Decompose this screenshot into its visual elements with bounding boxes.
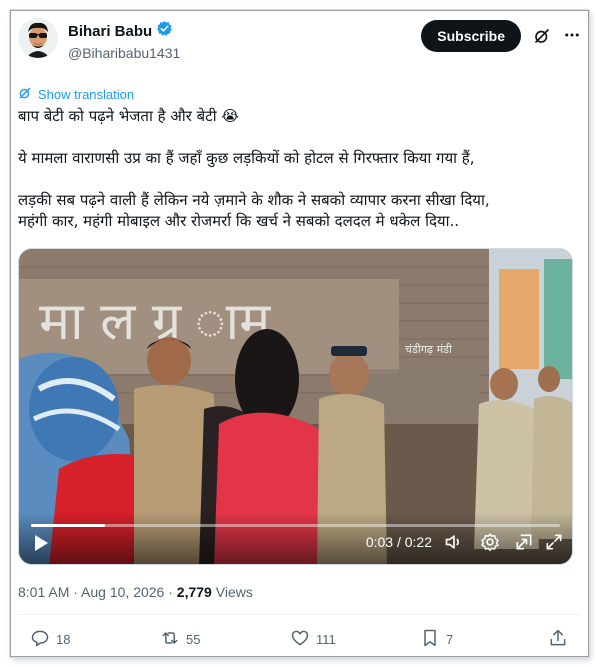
meta-separator: · — [164, 584, 177, 600]
action-bar: 18 55 111 7 — [18, 628, 581, 652]
verified-badge-icon — [156, 20, 173, 42]
repost-button[interactable]: 55 — [160, 628, 200, 651]
tweet-line: महंगी कार, महंगी मोबाइल और रोजमर्रा कि ख… — [18, 212, 460, 230]
views-count: 2,779 — [176, 584, 212, 600]
translate-icon — [18, 86, 32, 103]
repost-count: 55 — [186, 632, 201, 647]
video-progress-bar[interactable] — [31, 524, 560, 527]
meta-separator: · — [69, 584, 82, 600]
video-controls: 0:03 / 0:22 — [19, 512, 572, 564]
play-icon[interactable] — [33, 534, 49, 552]
tweet-header: Bihari Babu @Biharibabu1431 Subscribe — [18, 18, 581, 66]
tweet-text: बाप बेटी को पढ़ने भेजता है और बेटी 😭 ये … — [18, 106, 573, 232]
tweet-meta: 8:01 AM · Aug 10, 2026 · 2,779 Views — [18, 584, 253, 600]
video-time: 0:03 / 0:22 — [365, 534, 432, 550]
tweet-line: लड़की सब पढ़ने वाली हैं लेकिन नये ज़माने… — [18, 191, 490, 209]
volume-icon[interactable] — [444, 532, 464, 552]
video-player[interactable]: मा ल ग्र ाम चंडीगढ़ मंडी 0:03 / 0:22 — [18, 248, 573, 565]
handle[interactable]: @Biharibabu1431 — [68, 45, 180, 61]
grok-icon[interactable] — [533, 27, 551, 45]
show-translation-label[interactable]: Show translation — [38, 87, 134, 102]
avatar[interactable] — [18, 18, 58, 58]
wall-sign-text: चंडीगढ़ मंडी — [405, 343, 452, 356]
bookmark-button[interactable]: 7 — [420, 628, 453, 651]
show-translation-link[interactable]: Show translation — [18, 86, 134, 103]
divider — [18, 614, 581, 615]
tweet-line: ये मामला वाराणसी उप्र का हैं जहाँ कुछ लड… — [18, 149, 475, 167]
heart-icon — [290, 628, 310, 651]
bookmark-icon — [420, 628, 440, 651]
tweet-time[interactable]: 8:01 AM — [18, 584, 69, 600]
subscribe-button[interactable]: Subscribe — [421, 20, 521, 52]
display-name[interactable]: Bihari Babu — [68, 23, 152, 40]
repost-icon — [160, 628, 180, 651]
like-count: 111 — [316, 632, 336, 647]
reply-count: 18 — [56, 632, 71, 647]
author-block: Bihari Babu @Biharibabu1431 — [68, 20, 180, 61]
reply-icon — [30, 628, 50, 651]
like-button[interactable]: 111 — [290, 628, 336, 651]
fullscreen-icon[interactable] — [544, 532, 564, 552]
more-icon[interactable] — [563, 26, 581, 44]
tweet-line: बाप बेटी को पढ़ने भेजता है और बेटी 😭 — [18, 107, 239, 125]
share-button[interactable] — [548, 628, 568, 651]
bookmark-count: 7 — [446, 632, 454, 647]
settings-gear-icon[interactable] — [480, 532, 500, 552]
views-label: Views — [211, 584, 253, 600]
share-icon — [548, 628, 568, 651]
reply-button[interactable]: 18 — [30, 628, 70, 651]
video-progress-fill — [31, 524, 106, 527]
tweet-date[interactable]: Aug 10, 2026 — [81, 584, 164, 600]
picture-in-picture-icon[interactable] — [514, 532, 534, 552]
